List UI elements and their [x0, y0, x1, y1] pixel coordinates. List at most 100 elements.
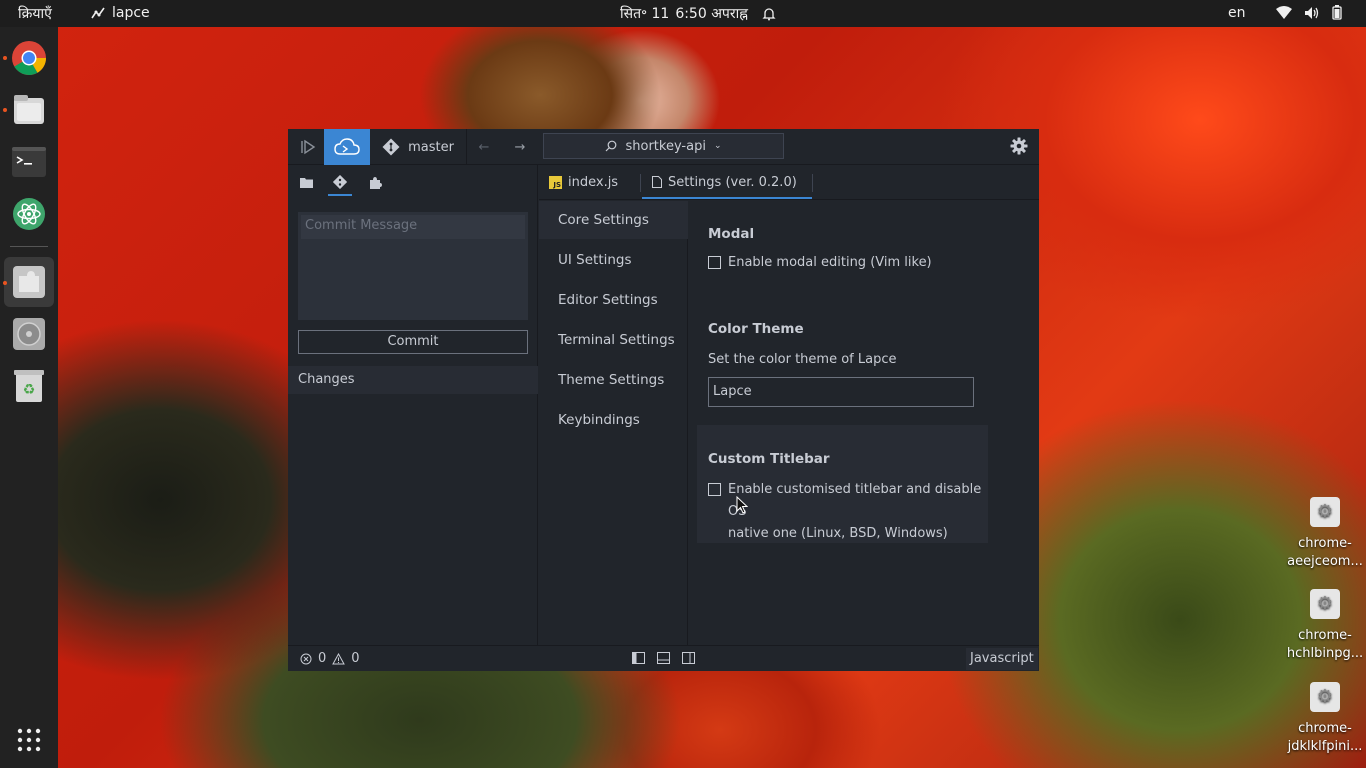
nav-core-settings[interactable]: Core Settings [539, 201, 688, 239]
dock: ♻ [0, 27, 58, 768]
settings-gear-button[interactable] [1010, 137, 1028, 159]
desktop-icon-label-1: chrome- [1298, 628, 1352, 643]
folder-icon [299, 177, 313, 188]
setting-custom-titlebar: Custom Titlebar Enable customised titleb… [708, 451, 998, 545]
commit-button[interactable]: Commit [298, 330, 528, 354]
running-indicator [3, 108, 7, 112]
language-mode[interactable]: Javascript [966, 648, 1038, 670]
nav-keybindings[interactable]: Keybindings [539, 401, 688, 439]
chevron-down-icon: ⌄ [713, 141, 722, 151]
volume-icon [1305, 6, 1319, 19]
clock[interactable]: सित॰ 11 6:50 अपराह्न [620, 4, 776, 23]
commit-message-input[interactable]: Commit Message [298, 212, 528, 320]
system-tray[interactable] [1276, 5, 1342, 20]
activities-button[interactable]: क्रियाएँ [18, 4, 52, 23]
toggle-panel-button[interactable] [296, 129, 320, 165]
clock-time: 6:50 अपराह्न [675, 6, 748, 22]
nav-terminal-settings[interactable]: Terminal Settings [539, 321, 688, 359]
disc-icon[interactable] [10, 315, 48, 353]
wifi-icon [1276, 6, 1292, 19]
tab-source-control[interactable] [326, 165, 354, 199]
settings-content: Modal Enable modal editing (Vim like) Co… [689, 201, 1039, 645]
warning-icon [332, 652, 346, 664]
bottom-panel-icon[interactable] [657, 652, 670, 664]
files-icon[interactable] [10, 91, 48, 129]
file-icon [652, 176, 662, 188]
mouse-cursor-icon [736, 496, 748, 514]
setting-title: Color Theme [708, 321, 804, 337]
desktop-icon[interactable]: ⚙ chrome- aeejceom... [1285, 497, 1365, 571]
app-name: lapce [112, 5, 150, 21]
remote-button[interactable] [324, 129, 370, 165]
workspace-search[interactable]: shortkey-api ⌄ [543, 133, 784, 159]
search-icon [606, 140, 617, 152]
remote-cloud-icon [334, 138, 360, 155]
checkbox-label-line2: native one (Linux, BSD, Windows) [728, 526, 948, 541]
warning-count: 0 [351, 651, 360, 666]
dock-separator [10, 246, 48, 247]
tab-plugins[interactable] [361, 165, 389, 199]
error-count: 0 [318, 651, 327, 666]
running-indicator [3, 56, 7, 60]
branch-button[interactable]: master [370, 129, 466, 165]
desktop-icon-label-2: aeejceom... [1287, 554, 1363, 569]
left-panel-icon[interactable] [632, 652, 645, 664]
modal-editing-option[interactable]: Enable modal editing (Vim like) [708, 252, 1008, 274]
branch-name: master [408, 139, 454, 155]
checkbox-label-line1: Enable customised titlebar and disable O… [728, 482, 982, 519]
puzzle-icon [369, 176, 382, 189]
battery-icon [1332, 5, 1342, 20]
grid-icon[interactable] [10, 721, 48, 759]
tab-label: Settings (ver. 0.2.0) [668, 174, 797, 190]
bell-icon [762, 7, 776, 20]
tab-settings[interactable]: Settings (ver. 0.2.0) [642, 165, 812, 199]
extension-icon[interactable] [10, 263, 48, 301]
desktop-icon[interactable]: ⚙ chrome- hchlbinpg... [1285, 589, 1365, 663]
checkbox-label: Enable modal editing (Vim like) [728, 255, 932, 270]
desktop-icon[interactable]: ⚙ chrome- jdklklfpini... [1285, 682, 1365, 756]
tab-file-explorer[interactable] [292, 165, 320, 199]
custom-titlebar-option[interactable]: Enable customised titlebar and disable O… [708, 479, 998, 545]
changes-header[interactable]: Changes [288, 366, 538, 394]
nav-ui-settings[interactable]: UI Settings [539, 241, 688, 279]
tab-label: index.js [568, 174, 619, 190]
status-bar: 0 0 Javascript [288, 645, 1039, 671]
nav-editor-settings[interactable]: Editor Settings [539, 281, 688, 319]
top-bar: क्रियाएँ lapce सित॰ 11 6:50 अपराह्न en [0, 0, 1366, 27]
git-branch-icon [382, 138, 400, 156]
svg-text:♻: ♻ [23, 382, 36, 398]
setting-color-theme: Color Theme Set the color theme of Lapce… [708, 321, 1008, 407]
lapce-window: master ← → shortkey-api ⌄ Commit Message… [288, 129, 1039, 671]
arrow-right-icon: → [514, 139, 526, 155]
desktop-icon-label-1: chrome- [1298, 721, 1352, 736]
back-button[interactable]: ← [472, 129, 496, 165]
atom-icon[interactable] [10, 195, 48, 233]
arrow-left-icon: ← [478, 139, 490, 155]
settings-nav: Core Settings UI Settings Editor Setting… [539, 201, 688, 645]
javascript-file-icon: JS [549, 175, 562, 189]
desktop-icon-label-2: jdklklfpini... [1287, 739, 1363, 754]
gear-icon: ⚙ [1310, 682, 1340, 712]
app-menu[interactable]: lapce [90, 5, 150, 21]
gear-icon: ⚙ [1310, 497, 1340, 527]
right-panel-icon[interactable] [682, 652, 695, 664]
panel-toggle-icon [301, 139, 316, 155]
nav-theme-settings[interactable]: Theme Settings [539, 361, 688, 399]
tab-divider [812, 174, 813, 192]
diagnostics[interactable]: 0 0 [300, 651, 360, 666]
forward-button[interactable]: → [508, 129, 532, 165]
color-theme-input[interactable]: Lapce [708, 377, 974, 407]
custom-titlebar-checkbox[interactable] [708, 483, 721, 496]
language-indicator[interactable]: en [1228, 5, 1246, 21]
clock-date: सित॰ 11 [620, 6, 670, 22]
trash-icon[interactable]: ♻ [10, 367, 48, 405]
modal-editing-checkbox[interactable] [708, 256, 721, 269]
tab-index-js[interactable]: JS index.js [539, 165, 628, 199]
setting-modal: Modal Enable modal editing (Vim like) [708, 226, 1008, 274]
workspace-name: shortkey-api [625, 138, 706, 154]
lapce-app-icon [91, 7, 105, 19]
commit-message-placeholder: Commit Message [301, 215, 525, 239]
chrome-icon[interactable] [10, 39, 48, 77]
terminal-icon[interactable] [10, 143, 48, 181]
gear-icon: ⚙ [1310, 589, 1340, 619]
